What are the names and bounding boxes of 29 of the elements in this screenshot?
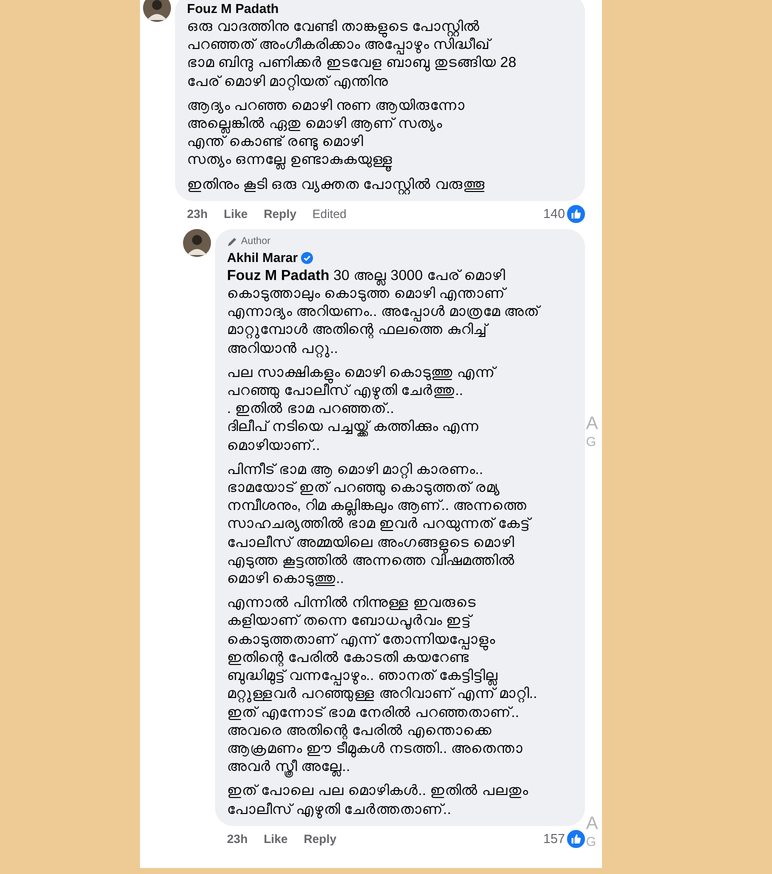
sidebar-text: A	[586, 814, 598, 832]
reaction-count[interactable]: 140	[543, 204, 565, 224]
reply-link[interactable]: Reply	[264, 204, 296, 223]
comment-time[interactable]: 23h	[187, 204, 208, 223]
pencil-icon	[227, 236, 238, 248]
comment-paragraph: ഇത് പോലെ പല മൊഴികൾ.. ഇതിൽ പലതും പോലീസ് എഴുതി ചേർത്തതാണ്..	[227, 782, 530, 819]
author-name[interactable]: Fouz M Padath	[187, 0, 279, 18]
comment-paragraph: പല സാക്ഷികളും മൊഴി കൊടുത്തു എന്ന് പറഞ്ഞു പോലീസ് എഴുതി ചേർത്തു.. . ഇതിൽ ഭാമ പറഞ്ഞത്.. ദിലീപ് നടിയെ പച്ചയ്ക്ക് കത്തിക്കും എന്ന മൊഴിയാണ്..	[227, 364, 498, 455]
like-reaction-icon	[567, 204, 585, 223]
like-link[interactable]: Like	[224, 204, 248, 223]
avatar[interactable]	[183, 228, 211, 257]
sidebar-text: G	[586, 835, 596, 848]
comment-paragraph: എന്നാൽ പിന്നിൽ നിന്നുള്ള ഇവരുടെ കളിയാണ് തന്നെ ബോധപൂർവം ഇട്ട് കൊടുത്തതാണ് എന്ന് തോന്നിയപ്പോളും ഇതിന്റെ പേരിൽ കോടതി കയറേണ്ട ബുദ്ധിമുട്ട് വന്നപ്പോഴും.. ഞാനത് കേട്ടിട്ടില്ല മറ്റുള്ളവർ പറഞ്ഞുള്ള അറിവാണ് എന്ന് മാറ്റി.. ഇത് എന്നോട് ഭാമ നേരിൽ പറഞ്ഞതാണ്.. അവരെ അതിന്റെ പേരിൽ എന്തൊക്കെ ആക്രമണം ഈ ടീമുകൾ നടത്തി.. അതെന്താ അവർ സ്ത്രീ അല്ലേ..	[227, 594, 538, 776]
author-label: Author	[241, 234, 270, 249]
comment-paragraph: Fouz M Padath 30 അല്ല 3000 പേര് മൊഴി കൊടുത്താലും കൊടുത്ത മൊഴി എന്താണ് എന്നാദ്യം അറിയണം.. അപ്പോൾ മാത്രമേ അത് മാറ്റുമ്പോൾ അതിന്റെ ഫലത്തെ കുറിച്ച് അറിയാൻ പറ്റു..	[227, 266, 542, 358]
edited-label: Edited	[312, 206, 346, 223]
author-name[interactable]: Akhil Marar	[227, 248, 298, 267]
reaction-count[interactable]: 157	[543, 828, 565, 848]
reply-link[interactable]: Reply	[304, 830, 336, 848]
comment-time[interactable]: 23h	[227, 830, 248, 848]
comment-paragraph: ഒരു വാദത്തിനു വേണ്ടി താങ്കളുടെ പോസ്റ്റിൽ പറഞ്ഞത് അംഗീകരിക്കാം അപ്പോഴും സിദ്ധീഖ് ഭാമ ബിന്ദു പണിക്കർ ഇടവേള ബാബു തുടങ്ങിയ 28 പേര് മൊഴി മാറ്റിയത് എന്തിനു	[187, 18, 518, 91]
sidebar-text: A	[586, 414, 598, 432]
comment-paragraph: പിന്നീട് ഭാമ ആ മൊഴി മാറ്റി കാരണം.. ഭാമയോട് ഇത് പറഞ്ഞു കൊടുത്തത് രമ്യ നമ്പീശനും, റിമ കല്ലിങ്കലും ആണ്.. അന്നത്തെ സാഹചര്യത്തിൽ ഭാമ ഇവർ പറയുന്നത് കേട്ട് പോലീസ് അമ്മയിലെ അംഗങ്ങളുടെ മൊഴി എടുത്ത കൂട്ടത്തിൽ അന്നത്തെ വിഷമത്തിൽ മൊഴി കൊടുത്തു..	[227, 460, 533, 588]
comment-paragraph: ഇതിനും കൂടി ഒരു വ്യക്തത പോസ്റ്റിൽ വരുത്തൂ	[187, 176, 486, 194]
like-reaction-icon	[567, 830, 585, 848]
comment-paragraph: ആദ്യം പറഞ്ഞ മൊഴി നുണ ആയിരുന്നോ അല്ലെങ്കിൽ ഏതു മൊഴി ആണ് സത്യം എന്ത് കൊണ്ട് രണ്ടു മൊഴി സത്യം ഒന്നല്ലേ ഉണ്ടാകുകയുള്ളൂ	[187, 96, 573, 170]
sidebar-text: G	[586, 435, 596, 448]
avatar[interactable]	[143, 0, 171, 22]
like-link[interactable]: Like	[264, 830, 288, 848]
